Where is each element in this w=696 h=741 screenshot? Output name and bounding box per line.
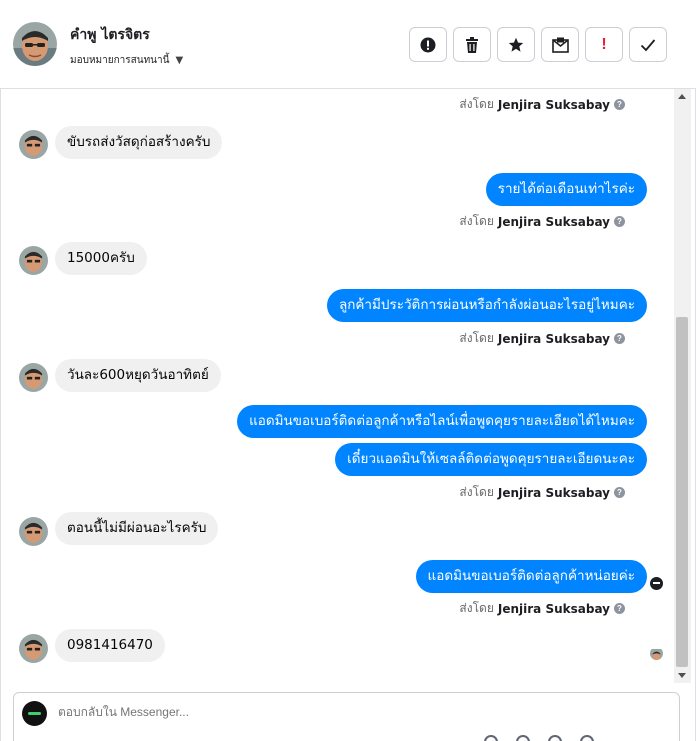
- follow-up-button[interactable]: !: [585, 27, 623, 62]
- sender-name: Jenjira Suksabay: [497, 601, 610, 616]
- outgoing-message[interactable]: ลูกค้ามีประวัติการผ่อนหรือกำลังผ่อนอะไรอ…: [326, 289, 647, 322]
- trash-icon: [466, 36, 478, 53]
- mark-done-button[interactable]: [629, 27, 667, 62]
- sent-by-label: ส่งโดย Jenjira Suksabay ?: [459, 212, 625, 231]
- delivered-icon: [650, 577, 663, 590]
- scroll-up-arrow-icon[interactable]: [678, 94, 686, 99]
- contact-avatar-small[interactable]: [19, 246, 48, 275]
- exclamation-icon: !: [601, 35, 607, 53]
- reply-composer[interactable]: [13, 692, 680, 741]
- sender-name: Jenjira Suksabay: [497, 331, 610, 346]
- help-icon[interactable]: ?: [614, 487, 625, 498]
- thread-scrollbar[interactable]: [674, 89, 691, 683]
- composer-tools: [484, 735, 594, 741]
- sent-by-label: ส่งโดย Jenjira Suksabay ?: [459, 483, 625, 502]
- image-icon[interactable]: [516, 735, 530, 741]
- star-icon: [508, 37, 524, 52]
- assign-conversation-dropdown[interactable]: มอบหมายการสนทนานี้ ▼: [70, 53, 183, 68]
- help-icon[interactable]: ?: [614, 603, 625, 614]
- incoming-message[interactable]: วันละ600หยุดวันอาทิตย์: [55, 359, 221, 392]
- incoming-message[interactable]: 0981416470: [55, 629, 165, 662]
- outgoing-message[interactable]: รายได้ต่อเดือนเท่าไรค่ะ: [485, 173, 647, 206]
- sent-by-label: ส่งโดย Jenjira Suksabay ?: [459, 329, 625, 348]
- alert-circle-icon: [420, 37, 436, 52]
- assign-label: มอบหมายการสนทนานี้: [70, 55, 170, 66]
- message-thread[interactable]: ส่งโดย Jenjira Suksabay ? ขับรถส่งวัสดุก…: [0, 89, 674, 683]
- help-icon[interactable]: ?: [614, 216, 625, 227]
- incoming-message[interactable]: 15000ครับ: [55, 242, 147, 275]
- scrollbar-thumb[interactable]: [676, 317, 688, 667]
- contact-avatar-small[interactable]: [19, 130, 48, 159]
- sent-by-label: ส่งโดย Jenjira Suksabay ?: [459, 95, 625, 114]
- page-logo-avatar: [22, 701, 47, 726]
- scroll-down-arrow-icon[interactable]: [678, 673, 686, 678]
- mark-unread-button[interactable]: [541, 27, 579, 62]
- sender-name: Jenjira Suksabay: [497, 214, 610, 229]
- sender-name: Jenjira Suksabay: [497, 97, 610, 112]
- help-icon[interactable]: ?: [614, 99, 625, 110]
- incoming-message[interactable]: ขับรถส่งวัสดุก่อสร้างครับ: [55, 126, 223, 159]
- emoji-icon[interactable]: [548, 735, 562, 741]
- contact-avatar-small[interactable]: [19, 634, 48, 663]
- reply-input[interactable]: [58, 705, 458, 719]
- sender-name: Jenjira Suksabay: [497, 485, 610, 500]
- caret-down-icon: ▼: [175, 55, 184, 66]
- contact-avatar-small[interactable]: [19, 517, 48, 546]
- mark-spam-button[interactable]: [409, 27, 447, 62]
- incoming-message[interactable]: ตอนนี้ไม่มีผ่อนอะไรครับ: [55, 512, 219, 545]
- conversation-header: คำพู ไตรจิตร มอบหมายการสนทนานี้ ▼ !: [0, 0, 696, 89]
- envelope-icon: [551, 37, 569, 53]
- outgoing-message[interactable]: แอดมินขอเบอร์ติดต่อลูกค้าหรือไลน์เพื่อพู…: [237, 405, 647, 438]
- sent-by-label: ส่งโดย Jenjira Suksabay ?: [459, 599, 625, 618]
- help-icon[interactable]: ?: [614, 333, 625, 344]
- star-button[interactable]: [497, 27, 535, 62]
- contact-avatar-small[interactable]: [19, 363, 48, 392]
- header-actions: !: [409, 27, 667, 62]
- saved-reply-icon[interactable]: [580, 735, 594, 741]
- outgoing-message[interactable]: แอดมินขอเบอร์ติดต่อลูกค้าหน่อยค่ะ: [415, 560, 647, 593]
- read-receipt-avatar: [650, 647, 663, 660]
- outgoing-message[interactable]: เดี๋ยวแอดมินให้เซลล์ติดต่อพูดคุยรายละเอี…: [335, 443, 647, 476]
- contact-avatar[interactable]: [13, 22, 57, 66]
- attachment-icon[interactable]: [484, 735, 498, 741]
- contact-name[interactable]: คำพู ไตรจิตร: [70, 24, 150, 46]
- check-icon: [640, 38, 656, 51]
- delete-button[interactable]: [453, 27, 491, 62]
